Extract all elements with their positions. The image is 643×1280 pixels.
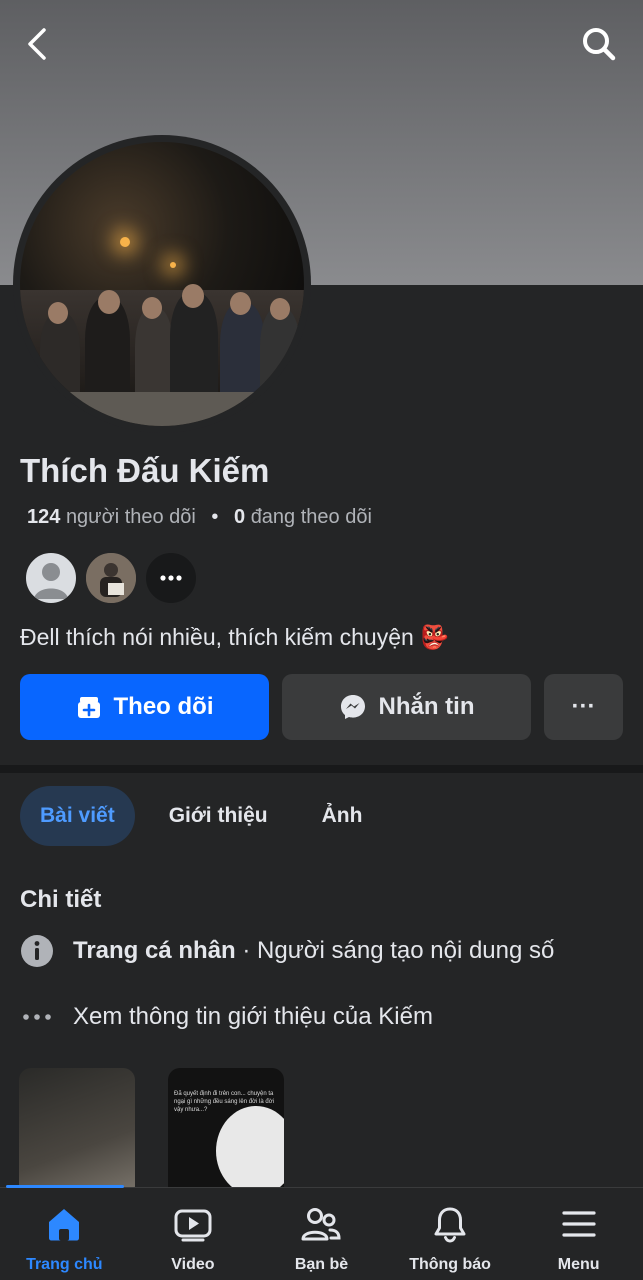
nav-home[interactable]: Trang chủ: [0, 1188, 129, 1280]
nav-friends-label: Bạn bè: [294, 1256, 349, 1273]
person-silhouette-icon: [34, 563, 68, 599]
following-label[interactable]: đang theo dõi: [251, 506, 372, 528]
see-about-text: Xem thông tin giới thiệu của Kiếm: [73, 1003, 433, 1030]
bio-text: Đell thích nói nhiều, thích kiếm chuyện: [20, 624, 414, 650]
nav-notifications[interactable]: Thông báo: [386, 1188, 515, 1280]
bottom-navigation: Trang chủ Video Bạn bè Thông báo Menu: [0, 1185, 643, 1280]
profile-bio: Đell thích nói nhiều, thích kiếm chuyện …: [20, 624, 449, 651]
page-type-label: Trang cá nhân: [73, 937, 236, 964]
home-icon: [42, 1202, 86, 1246]
detail-separator: ·: [235, 937, 258, 964]
stats-separator: •: [211, 506, 219, 528]
search-button[interactable]: [577, 22, 621, 66]
follow-stats: 124 người theo dõi • 0 đang theo dõi: [27, 506, 372, 529]
nav-video-label: Video: [171, 1256, 215, 1273]
section-divider: [0, 765, 643, 773]
category-label: Người sáng tạo nội dung số: [257, 937, 555, 964]
mutual-avatar[interactable]: [84, 551, 138, 605]
followers-count[interactable]: 124: [27, 506, 60, 528]
post-thumbnail[interactable]: Đã quyết định đi trên con... chuyện ta n…: [168, 1068, 284, 1198]
bio-emoji: 👺: [420, 624, 449, 650]
nav-menu-label: Menu: [557, 1256, 600, 1273]
nav-video[interactable]: Video: [129, 1188, 258, 1280]
message-button[interactable]: Nhắn tin: [282, 674, 531, 740]
profile-name: Thích Đấu Kiếm: [20, 452, 270, 489]
nav-notifications-label: Thông báo: [409, 1256, 491, 1273]
detail-page-type: Trang cá nhân · Người sáng tạo nội dung …: [20, 934, 554, 968]
active-indicator: [6, 1185, 124, 1188]
more-options-button[interactable]: ···: [544, 674, 623, 740]
see-about-link[interactable]: Xem thông tin giới thiệu của Kiếm: [20, 1000, 433, 1034]
details-heading: Chi tiết: [20, 886, 102, 913]
avatar-photo: [20, 142, 304, 426]
bell-icon: [428, 1202, 472, 1246]
back-button[interactable]: [16, 22, 60, 66]
post-thumbnail[interactable]: [19, 1068, 135, 1198]
friends-icon: [299, 1202, 343, 1246]
follow-button-label: Theo dõi: [113, 693, 214, 720]
more-options-label: ···: [571, 693, 596, 720]
follow-button[interactable]: Theo dõi: [20, 674, 269, 740]
messenger-icon: [340, 695, 365, 719]
more-dots-icon: [160, 575, 182, 581]
tab-posts[interactable]: Bài viết: [20, 786, 135, 846]
default-avatar[interactable]: [24, 551, 78, 605]
mutual-avatars[interactable]: [24, 551, 204, 605]
following-count[interactable]: 0: [234, 506, 245, 528]
profile-avatar[interactable]: [13, 135, 311, 433]
video-icon: [171, 1202, 215, 1246]
nav-home-label: Trang chủ: [26, 1256, 103, 1273]
message-button-label: Nhắn tin: [378, 693, 475, 720]
menu-icon: [557, 1202, 601, 1246]
follow-badge-icon: [77, 697, 100, 718]
tab-about[interactable]: Giới thiệu: [169, 786, 268, 846]
nav-menu[interactable]: Menu: [514, 1188, 643, 1280]
followers-label[interactable]: người theo dõi: [66, 506, 196, 528]
more-dots-icon: [20, 1000, 54, 1034]
info-icon: [20, 934, 54, 968]
search-icon: [583, 28, 616, 61]
chevron-left-icon: [28, 28, 46, 60]
tab-photos[interactable]: Ảnh: [322, 786, 363, 846]
profile-tabs: Bài viết Giới thiệu Ảnh: [20, 786, 362, 846]
avatar-photo: [86, 553, 136, 603]
nav-friends[interactable]: Bạn bè: [257, 1188, 386, 1280]
more-mutuals[interactable]: [144, 551, 198, 605]
